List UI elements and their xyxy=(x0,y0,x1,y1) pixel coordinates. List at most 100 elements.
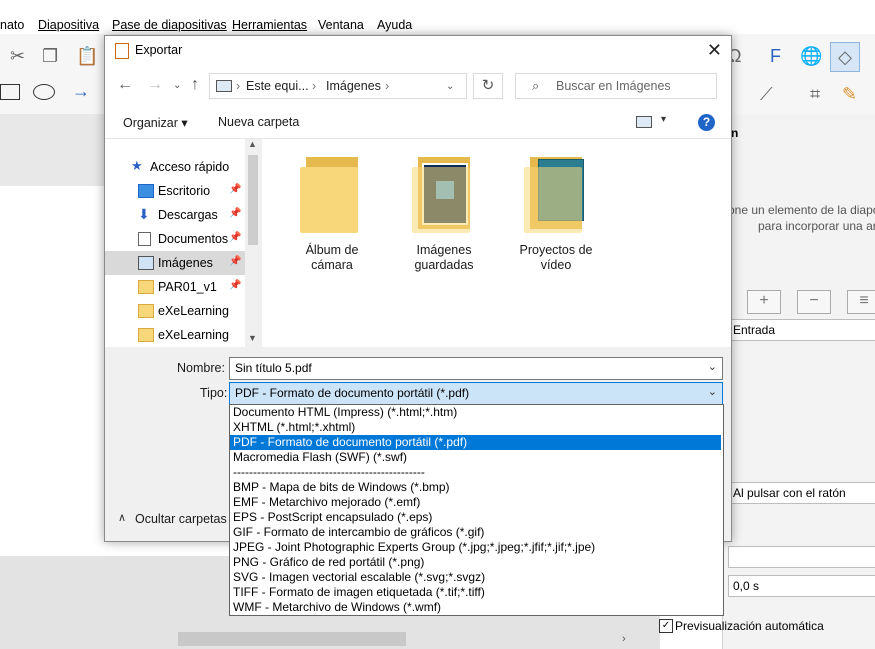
folder-icon[interactable] xyxy=(300,155,364,235)
edit-points-icon[interactable]: ⟋ xyxy=(760,84,773,105)
navigation-pane: ★ Acceso rápido Escritorio 📌 ⬇ Descargas… xyxy=(105,139,245,347)
direction-select[interactable] xyxy=(728,546,875,568)
nav-item-imagenes[interactable]: Imágenes 📌 xyxy=(105,251,245,275)
export-icon xyxy=(115,43,129,59)
view-options-icon[interactable] xyxy=(636,116,652,128)
type-option[interactable]: PNG - Gráfico de red portátil (*.png) xyxy=(230,555,721,570)
slide-pane xyxy=(0,186,104,556)
shapes-icon[interactable]: ◇ xyxy=(830,42,860,72)
fontwork-icon[interactable]: F xyxy=(770,46,781,67)
pin-icon: 📌 xyxy=(229,280,242,291)
breadcrumb-imagenes[interactable]: Imágenes xyxy=(326,79,381,93)
menu-diapositiva[interactable]: Diapositiva xyxy=(38,18,99,32)
type-option[interactable]: EMF - Metarchivo mejorado (*.emf) xyxy=(230,495,721,510)
nav-item-par01[interactable]: PAR01_v1 📌 xyxy=(105,275,245,299)
type-option[interactable]: EPS - PostScript encapsulado (*.eps) xyxy=(230,510,721,525)
scroll-right-icon[interactable]: › xyxy=(622,633,626,645)
nav-item-label: eXeLearning xyxy=(158,304,229,318)
help-icon[interactable]: ? xyxy=(698,114,715,131)
scroll-up-icon[interactable]: ▲ xyxy=(248,139,257,149)
folder-label-line: guardadas xyxy=(414,258,474,272)
search-icon: ⌕ xyxy=(532,78,540,93)
folder-label-proyectos[interactable]: Proyectos de vídeo xyxy=(501,243,611,273)
breadcrumb-sep-icon: › xyxy=(236,79,241,93)
address-dropdown-icon[interactable]: ⌄ xyxy=(446,81,454,92)
up-arrow-icon[interactable]: ↑ xyxy=(191,76,199,94)
chevron-down-icon[interactable]: ⌄ xyxy=(708,360,717,373)
paste-icon[interactable]: 📋 xyxy=(76,46,98,67)
dialog-titlebar: Exportar ✕ xyxy=(105,36,731,66)
type-option[interactable]: Macromedia Flash (SWF) (*.swf) xyxy=(230,450,721,465)
nav-item-documentos[interactable]: Documentos 📌 xyxy=(105,227,245,251)
line-arrow-icon[interactable]: → xyxy=(72,81,90,102)
nav-item-acceso-rapido[interactable]: ★ Acceso rápido xyxy=(105,155,245,179)
autopreview-checkbox[interactable]: ✓ xyxy=(659,619,673,633)
nav-item-exelearning-2[interactable]: eXeLearning xyxy=(105,323,245,347)
nav-item-label: Escritorio xyxy=(158,184,211,198)
back-arrow-icon[interactable]: ← xyxy=(117,76,133,94)
type-option-selected[interactable]: PDF - Formato de documento portátil (*.p… xyxy=(230,435,721,450)
folder-label-guardadas[interactable]: Imágenes guardadas xyxy=(389,243,499,273)
hyperlink-icon[interactable]: 🌐 xyxy=(800,46,822,67)
start-select[interactable]: Al pulsar con el ratón xyxy=(728,482,875,504)
rectangle-icon[interactable] xyxy=(0,84,20,100)
nav-scrollbar[interactable]: ▲ ▼ xyxy=(245,139,261,347)
folder-label-line: Proyectos de xyxy=(519,243,593,257)
address-bar[interactable]: › Este equi... › Imágenes › ⌄ xyxy=(209,73,467,99)
menu-herramientas[interactable]: Herramientas xyxy=(232,18,307,32)
dialog-navbar: ← → ⌄ ↑ › Este equi... › Imágenes › ⌄ ↻ … xyxy=(105,66,731,106)
slide-pane-header xyxy=(0,114,104,186)
add-effect-button[interactable]: + xyxy=(747,290,781,314)
menu-ventana[interactable]: Ventana xyxy=(318,18,364,32)
close-icon[interactable]: ✕ xyxy=(707,40,722,61)
refresh-icon[interactable]: ↻ xyxy=(473,73,503,99)
breadcrumb-este-equipo[interactable]: Este equi... xyxy=(246,79,309,93)
folder-icon[interactable] xyxy=(412,155,476,235)
folder-label-album[interactable]: Álbum de cámara xyxy=(277,243,387,273)
ellipse-icon[interactable] xyxy=(33,84,55,100)
type-option[interactable]: TIFF - Formato de imagen etiquetada (*.t… xyxy=(230,585,721,600)
hide-folders-button[interactable]: Ocultar carpetas xyxy=(135,512,227,526)
pin-icon: 📌 xyxy=(229,208,242,219)
menu-formato[interactable]: nato xyxy=(0,18,24,32)
folder-icon[interactable] xyxy=(524,155,588,235)
file-type-select[interactable]: PDF - Formato de documento portátil (*.p… xyxy=(229,382,723,405)
recent-locations-chevron-icon[interactable]: ⌄ xyxy=(173,80,181,91)
type-option[interactable]: BMP - Mapa de bits de Windows (*.bmp) xyxy=(230,480,721,495)
category-select[interactable]: Entrada xyxy=(728,319,875,341)
breadcrumb-sep-icon: › xyxy=(385,79,390,93)
duration-field[interactable]: 0,0 s xyxy=(728,575,875,597)
type-option[interactable]: SVG - Imagen vectorial escalable (*.svg;… xyxy=(230,570,721,585)
organize-button[interactable]: Organizar ▾ xyxy=(123,115,188,130)
type-option[interactable]: XHTML (*.html;*.xhtml) xyxy=(230,420,721,435)
cut-icon[interactable]: ✂ xyxy=(10,46,25,67)
chevron-down-icon[interactable]: ⌄ xyxy=(708,385,717,398)
document-icon xyxy=(138,232,151,246)
nav-scroll-thumb[interactable] xyxy=(248,155,258,245)
copy-icon[interactable]: ❐ xyxy=(42,46,58,67)
move-effect-button[interactable]: ≡ xyxy=(847,290,875,314)
type-option[interactable]: JPEG - Joint Photographic Experts Group … xyxy=(230,540,721,555)
view-chevron-icon[interactable]: ▾ xyxy=(661,114,666,125)
search-input[interactable]: ⌕ Buscar en Imágenes xyxy=(515,73,717,99)
new-folder-button[interactable]: Nueva carpeta xyxy=(218,115,299,129)
menu-ayuda[interactable]: Ayuda xyxy=(377,18,412,32)
filename-input[interactable]: Sin título 5.pdf ⌄ xyxy=(229,357,723,380)
crop-icon[interactable]: ⌗ xyxy=(810,84,820,105)
scroll-down-icon[interactable]: ▼ xyxy=(248,333,257,343)
nav-item-label: Documentos xyxy=(158,232,229,246)
remove-effect-button[interactable]: − xyxy=(797,290,831,314)
nav-item-descargas[interactable]: ⬇ Descargas 📌 xyxy=(105,203,245,227)
start-value: Al pulsar con el ratón xyxy=(733,486,846,500)
type-option[interactable]: WMF - Metarchivo de Windows (*.wmf) xyxy=(230,600,721,615)
nav-item-escritorio[interactable]: Escritorio 📌 xyxy=(105,179,245,203)
type-option[interactable]: GIF - Formato de intercambio de gráficos… xyxy=(230,525,721,540)
forward-arrow-icon[interactable]: → xyxy=(147,76,163,94)
nav-item-exelearning[interactable]: eXeLearning xyxy=(105,299,245,323)
folder-icon xyxy=(138,304,154,318)
menu-pase-diapositivas[interactable]: Pase de diapositivas xyxy=(112,18,227,32)
format-paintbrush-icon[interactable]: ✎ xyxy=(842,84,857,105)
chevron-up-icon[interactable]: ∧ xyxy=(118,511,126,524)
type-option[interactable]: Documento HTML (Impress) (*.html;*.htm) xyxy=(230,405,721,420)
horizontal-scrollbar[interactable] xyxy=(178,632,406,646)
